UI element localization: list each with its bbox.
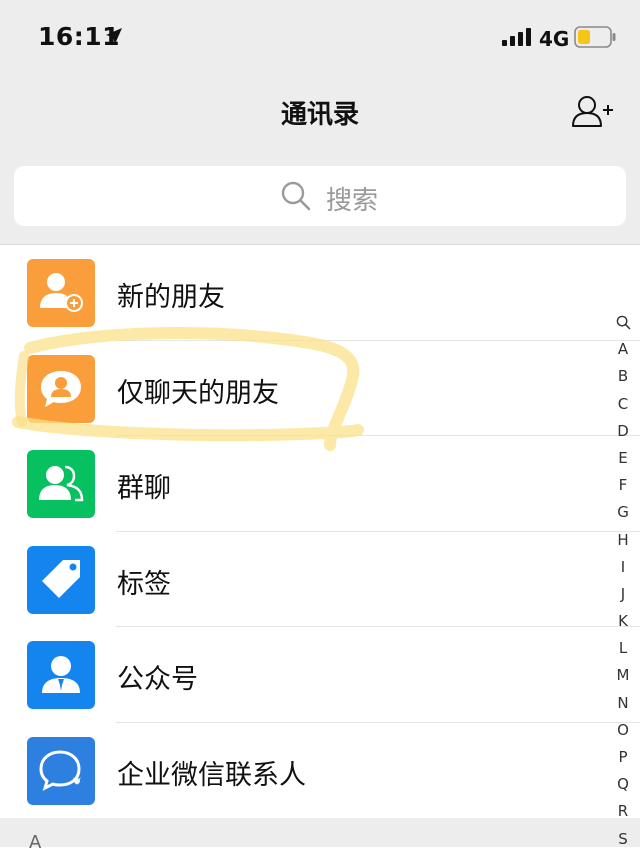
menu-item-chat-only-friends[interactable]: 仅聊天的朋友	[0, 341, 640, 436]
search-placeholder: 搜索	[326, 186, 379, 216]
add-contact-button[interactable]	[570, 94, 614, 128]
index-letter[interactable]: L	[608, 635, 638, 662]
tag-icon	[27, 545, 95, 614]
network-type: 4G	[539, 27, 570, 51]
menu-item-label: 公众号	[117, 664, 198, 695]
header-area: 16:11 4G 通讯录 搜索	[0, 0, 640, 245]
index-letter[interactable]: G	[608, 499, 638, 526]
index-letter[interactable]: F	[608, 472, 638, 499]
index-letter[interactable]: J	[608, 581, 638, 608]
index-search-icon[interactable]	[608, 309, 638, 336]
enterprise-contact-icon	[27, 736, 95, 805]
contacts-menu-list: 新的朋友 仅聊天的朋友 群聊 标签 公众号 企业微信联系人	[0, 245, 640, 818]
menu-item-label: 新的朋友	[117, 282, 225, 313]
menu-item-official-accounts[interactable]: 公众号	[0, 627, 640, 723]
location-arrow-icon	[104, 26, 124, 46]
menu-item-group-chats[interactable]: 群聊	[0, 436, 640, 532]
menu-item-enterprise-contacts[interactable]: 企业微信联系人	[0, 723, 640, 819]
battery-low-icon	[574, 26, 616, 48]
official-account-icon	[27, 641, 95, 709]
status-bar: 16:11 4G	[0, 0, 640, 76]
cellular-signal-icon	[502, 28, 532, 46]
add-contact-icon	[572, 96, 613, 127]
index-letter[interactable]: Q	[608, 771, 638, 798]
index-letter[interactable]: H	[608, 527, 638, 554]
menu-item-label: 企业微信联系人	[117, 759, 306, 791]
menu-item-label: 标签	[117, 568, 171, 600]
chat-only-friend-icon	[27, 354, 95, 423]
alphabet-index-bar[interactable]: A B C D E F G H I J K L M N O P Q R S	[608, 309, 638, 853]
menu-item-label: 群聊	[117, 473, 171, 504]
section-header-bar: A	[0, 818, 640, 853]
index-letter[interactable]: K	[608, 608, 638, 635]
index-letter[interactable]: D	[608, 418, 638, 445]
index-letter[interactable]: C	[608, 391, 638, 418]
index-letter[interactable]: O	[608, 717, 638, 744]
section-header-letter: A	[29, 832, 42, 853]
index-letter[interactable]: E	[608, 445, 638, 472]
search-icon	[280, 180, 312, 212]
new-friend-icon	[27, 259, 95, 327]
menu-item-new-friends[interactable]: 新的朋友	[0, 245, 640, 341]
group-chat-icon	[27, 450, 95, 518]
page-title: 通讯录	[280, 100, 359, 130]
menu-item-label: 仅聊天的朋友	[117, 377, 279, 409]
index-letter[interactable]: P	[608, 744, 638, 771]
index-letter[interactable]: B	[608, 363, 638, 390]
index-letter[interactable]: M	[608, 662, 638, 689]
menu-item-tags[interactable]: 标签	[0, 532, 640, 627]
index-letter[interactable]: I	[608, 554, 638, 581]
index-letter[interactable]: N	[608, 690, 638, 717]
index-letter[interactable]: A	[608, 336, 638, 363]
search-input[interactable]: 搜索	[14, 166, 626, 226]
index-letter[interactable]: S	[608, 826, 638, 853]
index-letter[interactable]: R	[608, 798, 638, 825]
